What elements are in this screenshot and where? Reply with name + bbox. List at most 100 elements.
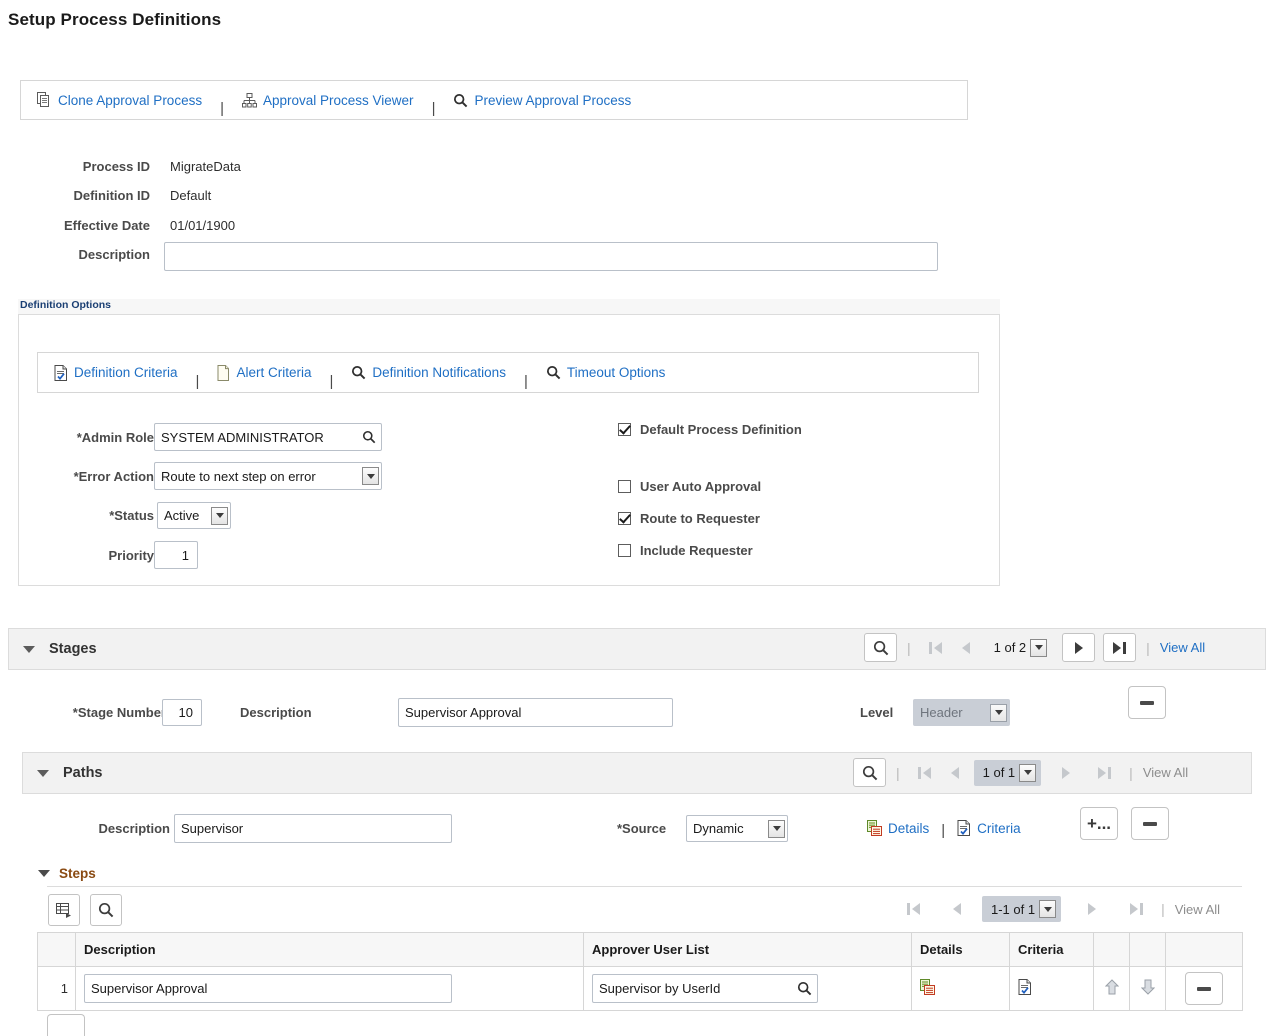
- stages-collapse-toggle[interactable]: [23, 646, 35, 653]
- steps-page-counter[interactable]: 1-1 of 1: [982, 896, 1061, 922]
- stage-delete-button[interactable]: [1128, 686, 1166, 719]
- row-move-down-cell[interactable]: [1130, 967, 1166, 1011]
- search-icon: [351, 365, 366, 380]
- source-select[interactable]: Dynamic: [686, 815, 788, 842]
- default-process-definition-checkbox[interactable]: [618, 423, 631, 436]
- paths-first-button[interactable]: [910, 760, 940, 786]
- path-delete-button[interactable]: [1131, 807, 1169, 840]
- timeout-options-link[interactable]: Timeout Options: [544, 365, 668, 380]
- status-select[interactable]: Active: [157, 502, 231, 529]
- stages-page-counter[interactable]: 1 of 2: [985, 635, 1053, 661]
- approver-user-list-field[interactable]: [592, 974, 818, 1003]
- paths-prev-button[interactable]: [940, 760, 970, 786]
- details-list-icon[interactable]: [920, 979, 935, 995]
- user-auto-approval-label: User Auto Approval: [640, 479, 761, 494]
- chevron-down-icon[interactable]: [1019, 764, 1036, 782]
- criteria-doc-icon[interactable]: [1018, 979, 1032, 995]
- definition-criteria-label[interactable]: Definition Criteria: [74, 365, 178, 380]
- definition-notifications-label[interactable]: Definition Notifications: [372, 365, 506, 380]
- definition-criteria-link[interactable]: Definition Criteria: [52, 365, 180, 381]
- steps-first-button[interactable]: [898, 896, 928, 922]
- col-rownum: [38, 933, 76, 967]
- clone-approval-process-label[interactable]: Clone Approval Process: [58, 93, 202, 108]
- paths-pager: | 1 of 1 | View All: [853, 758, 1188, 787]
- steps-last-button[interactable]: [1121, 896, 1151, 922]
- chevron-down-icon[interactable]: [362, 467, 379, 485]
- row-details-cell[interactable]: [912, 967, 1010, 1011]
- default-process-definition-row[interactable]: Default Process Definition: [618, 422, 802, 437]
- priority-input[interactable]: [154, 541, 198, 569]
- row-move-up-cell[interactable]: [1094, 967, 1130, 1011]
- stages-view-all-link[interactable]: View All: [1160, 640, 1205, 655]
- paths-next-button[interactable]: [1051, 760, 1081, 786]
- defopt-separator-2: |: [329, 373, 333, 392]
- path-details-link[interactable]: Details: [865, 820, 931, 836]
- stages-prev-button[interactable]: [951, 635, 981, 661]
- route-to-requester-checkbox[interactable]: [618, 512, 631, 525]
- description-row: Description: [24, 247, 174, 262]
- stages-search-button[interactable]: [864, 633, 897, 662]
- route-to-requester-row[interactable]: Route to Requester: [618, 511, 760, 526]
- approver-user-list-input[interactable]: [592, 974, 818, 1003]
- arrow-up-icon[interactable]: [1105, 979, 1119, 995]
- steps-search-button[interactable]: [90, 894, 122, 926]
- paths-view-all-link[interactable]: View All: [1143, 765, 1188, 780]
- approval-process-viewer-link[interactable]: Approval Process Viewer: [240, 93, 416, 108]
- row-criteria-cell[interactable]: [1010, 967, 1094, 1011]
- alert-criteria-label[interactable]: Alert Criteria: [236, 365, 311, 380]
- approval-process-viewer-label[interactable]: Approval Process Viewer: [263, 93, 414, 108]
- process-id-label: Process ID: [24, 159, 150, 174]
- arrow-down-icon[interactable]: [1141, 979, 1155, 995]
- path-description-input[interactable]: [174, 814, 452, 843]
- path-description-label-row: Description: [40, 821, 170, 836]
- chevron-down-icon[interactable]: [768, 820, 785, 838]
- description-input[interactable]: [164, 242, 938, 271]
- effective-date-row: Effective Date: [24, 218, 174, 233]
- level-select[interactable]: Header: [913, 699, 1010, 726]
- chevron-down-icon[interactable]: [211, 507, 228, 525]
- route-to-requester-label: Route to Requester: [640, 511, 760, 526]
- admin-role-input[interactable]: [154, 423, 382, 451]
- alert-criteria-link[interactable]: Alert Criteria: [215, 365, 313, 381]
- chevron-down-icon[interactable]: [1039, 900, 1056, 918]
- admin-role-label: *Admin Role: [30, 430, 154, 445]
- definition-id-value: Default: [170, 188, 211, 203]
- stages-last-button[interactable]: [1103, 633, 1136, 662]
- path-add-button[interactable]: +...: [1080, 807, 1118, 840]
- steps-collapse-toggle[interactable]: [38, 870, 50, 877]
- stage-number-input[interactable]: [162, 699, 202, 726]
- chevron-down-icon[interactable]: [990, 704, 1007, 722]
- user-auto-approval-row[interactable]: User Auto Approval: [618, 479, 761, 494]
- stages-next-button[interactable]: [1062, 633, 1095, 662]
- error-action-select[interactable]: Route to next step on error: [154, 462, 382, 490]
- admin-role-field[interactable]: [154, 423, 382, 451]
- steps-view-all-link[interactable]: View All: [1175, 902, 1220, 917]
- paths-search-button[interactable]: [853, 758, 886, 787]
- clone-approval-process-link[interactable]: Clone Approval Process: [35, 92, 204, 108]
- steps-next-button[interactable]: [1077, 896, 1107, 922]
- include-requester-checkbox[interactable]: [618, 544, 631, 557]
- step-delete-button[interactable]: [1185, 972, 1223, 1005]
- chevron-down-icon[interactable]: [1030, 639, 1047, 657]
- include-requester-row[interactable]: Include Requester: [618, 543, 753, 558]
- preview-approval-process-link[interactable]: Preview Approval Process: [451, 93, 633, 108]
- path-details-label[interactable]: Details: [888, 821, 929, 836]
- step-description-input[interactable]: [84, 974, 452, 1003]
- level-label: Level: [860, 705, 893, 720]
- timeout-options-label[interactable]: Timeout Options: [567, 365, 666, 380]
- minus-icon: [1143, 822, 1157, 826]
- user-auto-approval-checkbox[interactable]: [618, 480, 631, 493]
- steps-add-button-partial[interactable]: [47, 1014, 85, 1036]
- paths-page-counter[interactable]: 1 of 1: [974, 760, 1042, 786]
- row-delete-cell[interactable]: [1166, 967, 1243, 1011]
- definition-notifications-link[interactable]: Definition Notifications: [349, 365, 508, 380]
- steps-prev-button[interactable]: [942, 896, 972, 922]
- stage-description-input[interactable]: [398, 698, 673, 727]
- path-criteria-label[interactable]: Criteria: [977, 821, 1021, 836]
- path-criteria-link[interactable]: Criteria: [955, 820, 1023, 836]
- stages-first-button[interactable]: [921, 635, 951, 661]
- steps-personalize-button[interactable]: [48, 894, 80, 926]
- paths-collapse-toggle[interactable]: [37, 770, 49, 777]
- preview-approval-process-label[interactable]: Preview Approval Process: [474, 93, 631, 108]
- paths-last-button[interactable]: [1089, 760, 1119, 786]
